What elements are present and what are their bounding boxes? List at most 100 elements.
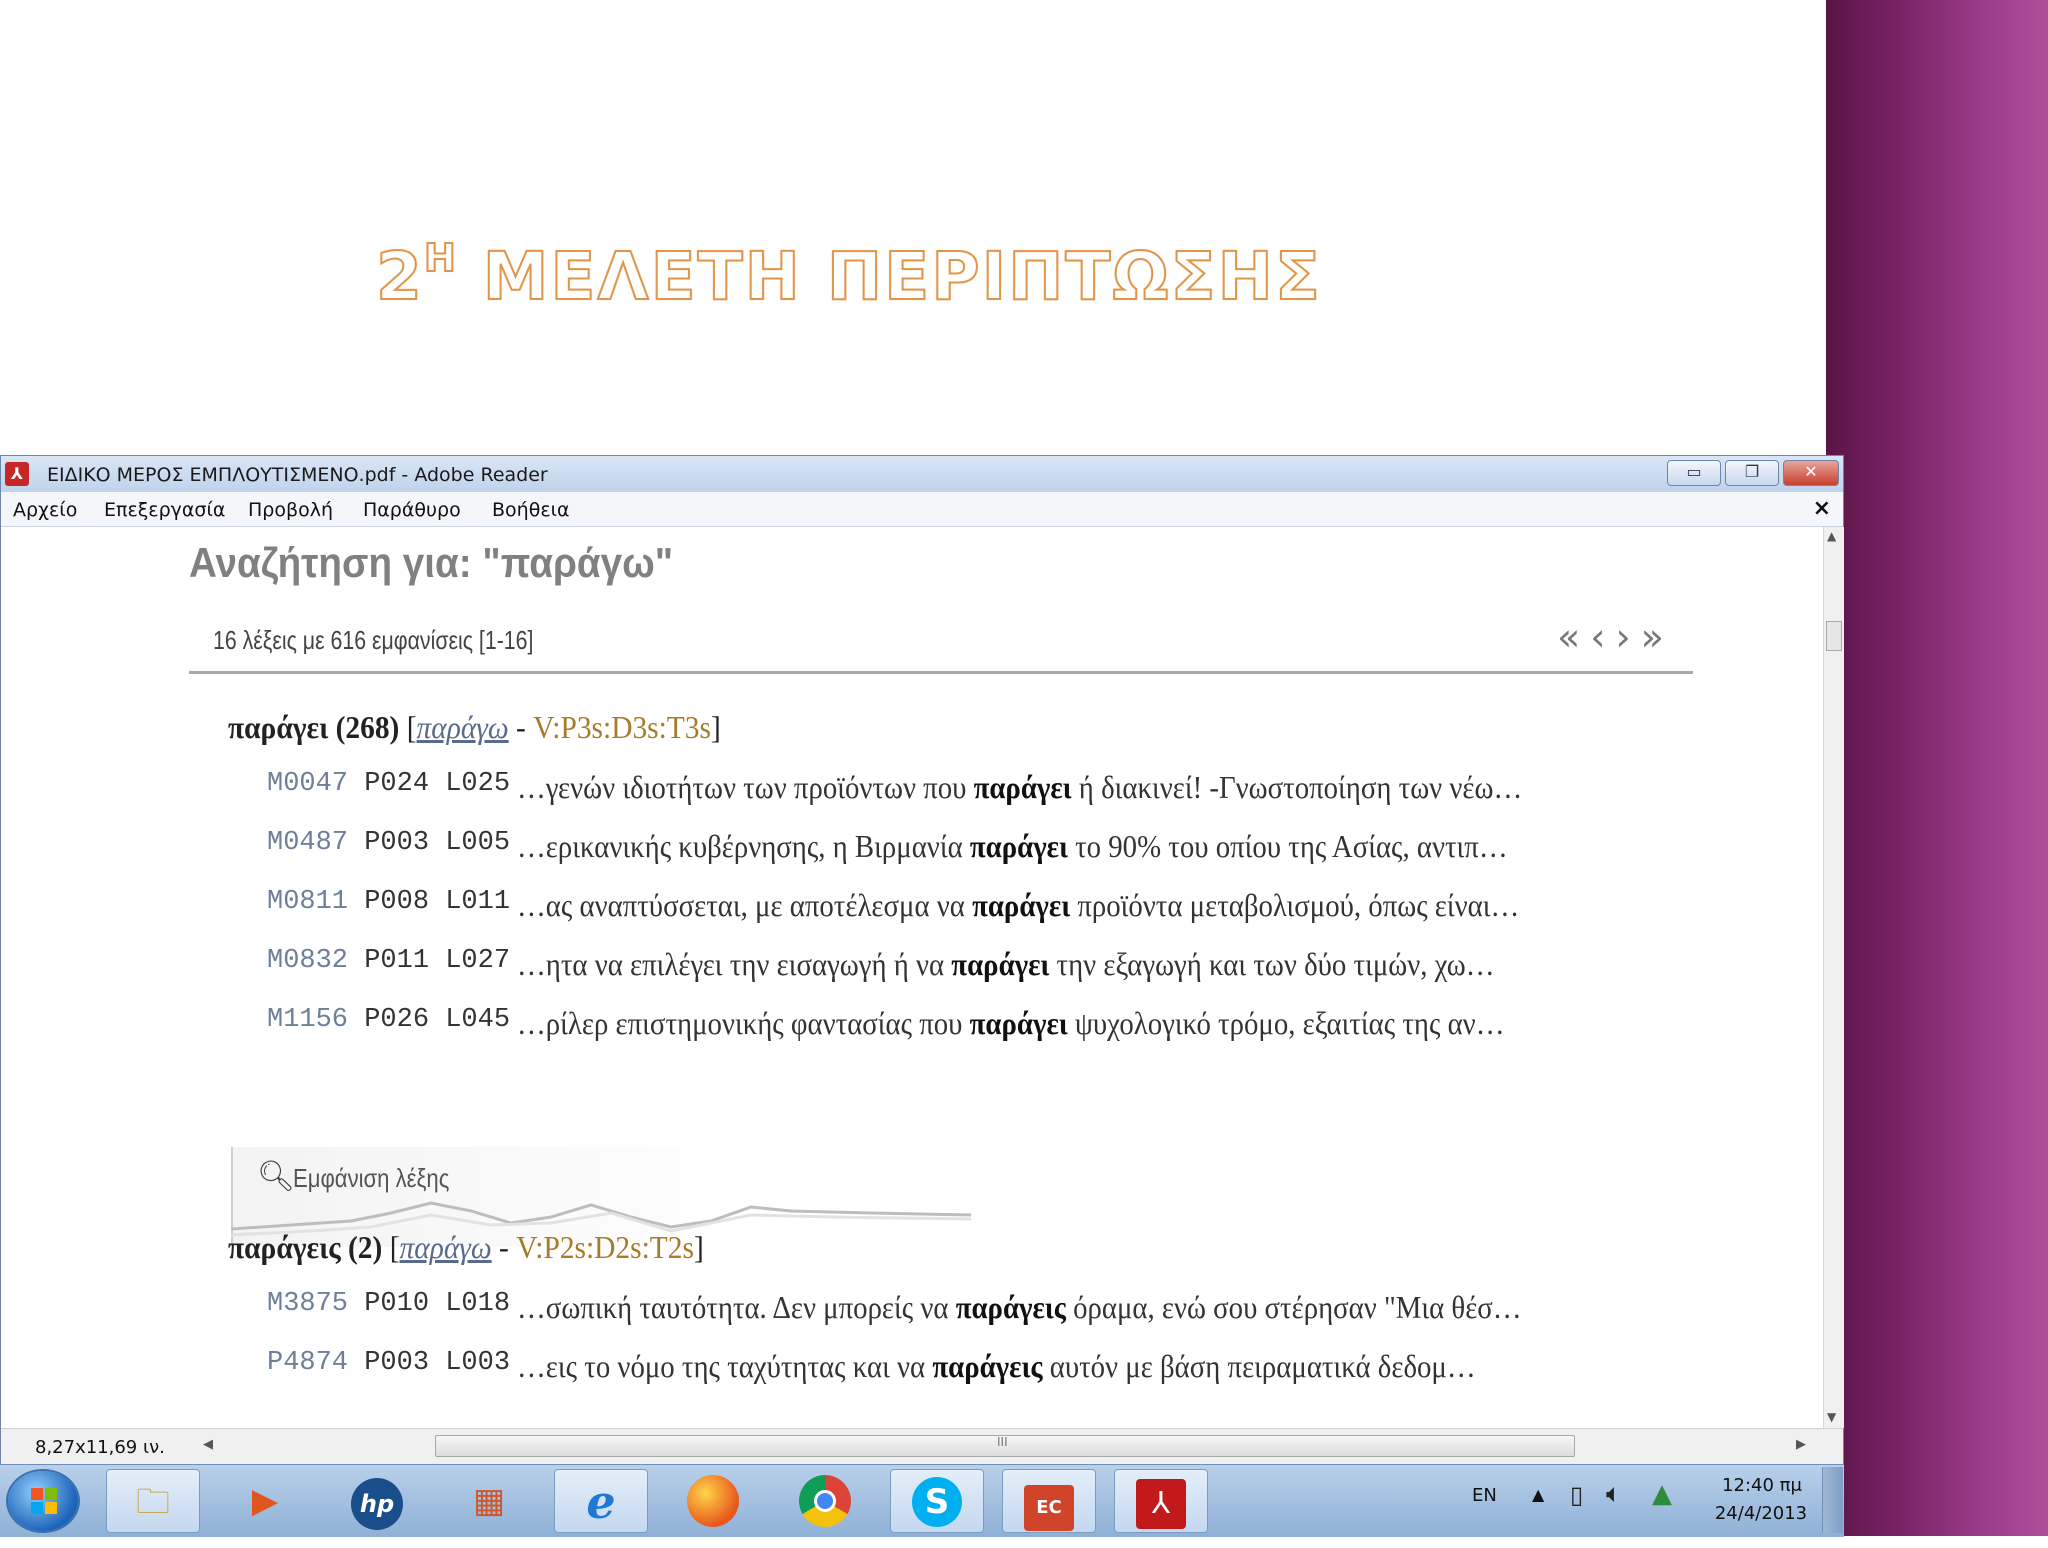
internet-explorer-taskbar-button[interactable]: e [554, 1469, 648, 1533]
result-count: 16 λέξεις με 616 εμφανίσεις [1-16] [213, 625, 534, 655]
menu-window[interactable]: Παράθυρο [363, 499, 461, 521]
hit-doc-id[interactable]: M0047 [267, 769, 348, 799]
hit-row[interactable]: M1156 P026 L045 …ρίλερ επιστημονικής φαν… [267, 1005, 1504, 1045]
volume-icon[interactable]: 🔈︎ [1606, 1479, 1622, 1510]
status-bar: 8,27x11,69 ιν. ◀ III ▶ [1, 1428, 1843, 1465]
hit-match: παράγει [969, 828, 1068, 864]
slide-title-superscript: Η [423, 235, 458, 281]
scroll-down-icon[interactable]: ▼ [1827, 1410, 1836, 1424]
google-drive-icon[interactable]: ▲ [1652, 1479, 1672, 1509]
hit-context-before: …σωπική ταυτότητα. Δεν μπορείς να [517, 1289, 956, 1325]
presentation-taskbar-button[interactable]: ▦ [442, 1469, 536, 1533]
media-player-taskbar-button[interactable]: ▶ [218, 1469, 312, 1533]
entry-lemma-link[interactable]: παράγω [399, 1229, 491, 1265]
hit-context-before: …ερικανικής κυβέρνησης, η Βιρμανία [517, 828, 970, 864]
firefox-taskbar-button[interactable] [666, 1469, 760, 1533]
vertical-scrollbar[interactable]: ▲ ▼ [1823, 527, 1844, 1428]
hit-row[interactable]: M0811 P008 L011 …ας αναπτύσσεται, με απο… [267, 887, 1519, 927]
hit-context-after: όραμα, ενώ σου στέρησαν "Μια θέσ… [1065, 1289, 1522, 1325]
skype-taskbar-button[interactable]: S [890, 1469, 984, 1533]
minimize-button[interactable]: ▭ [1667, 460, 1721, 486]
hit-doc-id[interactable]: P4874 [267, 1348, 348, 1378]
menu-edit[interactable]: Επεξεργασία [104, 499, 225, 521]
hit-row[interactable]: M0832 P011 L027 …ητα να επιλέγει την εισ… [267, 946, 1495, 986]
hit-row[interactable]: M3875 P010 L018 …σωπική ταυτότητα. Δεν μ… [267, 1289, 1522, 1329]
hit-doc-id[interactable]: M0832 [267, 946, 348, 976]
show-hidden-icons-icon[interactable]: ▲ [1532, 1485, 1544, 1504]
powerpoint-taskbar-button[interactable]: EC [1002, 1469, 1096, 1533]
scroll-grip: III [997, 1435, 1008, 1449]
hit-match: παράγει [951, 946, 1050, 982]
hp-taskbar-button[interactable]: hp [330, 1469, 424, 1533]
hit-row[interactable]: M0047 P024 L025 …γενών ιδιοτήτων των προ… [267, 769, 1522, 809]
menu-bar: Αρχείο Επεξεργασία Προβολή Παράθυρο Βοήθ… [1, 492, 1843, 527]
document-view: Αναζήτηση για: "παράγω" 16 λέξεις με 616… [1, 527, 1823, 1428]
next-page-button[interactable]: › [1615, 615, 1630, 659]
clock-date[interactable]: 24/4/2013 [1706, 1503, 1816, 1524]
entry-tag: V:P2s:D2s:T2s [516, 1229, 694, 1265]
slide-title: 2Η ΜΕΛΕΤΗ ΠΕΡΙΠΤΩΣΗΣ [375, 235, 1322, 316]
scroll-right-icon[interactable]: ▶ [1796, 1437, 1806, 1452]
restore-button[interactable]: ❐ [1725, 460, 1779, 486]
hit-match: παράγει [969, 1005, 1068, 1041]
close-document-icon[interactable]: × [1813, 496, 1831, 521]
hit-context-before: …ρίλερ επιστημονικής φαντασίας που [517, 1005, 970, 1041]
scroll-up-icon[interactable]: ▲ [1827, 529, 1836, 543]
menu-help[interactable]: Βοήθεια [492, 499, 570, 521]
menu-view[interactable]: Προβολή [248, 499, 333, 521]
chrome-taskbar-button[interactable] [778, 1469, 872, 1533]
clock-time[interactable]: 12:40 πμ [1712, 1475, 1812, 1496]
hit-context-after: την εξαγωγή και των δύο τιμών, χω… [1049, 946, 1495, 982]
hit-row[interactable]: P4874 P003 L003 …εις το νόμο της ταχύτητ… [267, 1348, 1476, 1388]
first-page-button[interactable]: « [1557, 615, 1580, 659]
entry-count: (268) [335, 709, 400, 745]
entry-heading: παράγεις (2) [παράγω - V:P2s:D2s:T2s] [228, 1229, 704, 1265]
hit-location: P024 L025 [364, 769, 511, 799]
hit-location: P010 L018 [364, 1289, 511, 1319]
window-title: ΕΙΔΙΚΟ ΜΕΡΟΣ ΕΜΠΛΟΥΤΙΣΜΕΝΟ.pdf - Adobe R… [47, 464, 548, 486]
title-bar[interactable]: ⅄ ΕΙΔΙΚΟ ΜΕΡΟΣ ΕΜΠΛΟΥΤΙΣΜΕΝΟ.pdf - Adobe… [1, 456, 1843, 493]
hit-context-after: προϊόντα μεταβολισμού, όπως είναι… [1070, 887, 1520, 923]
vertical-scroll-thumb[interactable] [1826, 621, 1842, 651]
adobe-reader-window: ⅄ ΕΙΔΙΚΟ ΜΕΡΟΣ ΕΜΠΛΟΥΤΙΣΜΕΝΟ.pdf - Adobe… [0, 455, 1844, 1465]
entry-word: παράγεις [228, 1229, 341, 1265]
battery-icon[interactable]: ▯ [1570, 1481, 1583, 1509]
results-divider [189, 671, 1693, 674]
windows-logo-icon [31, 1488, 57, 1514]
close-button[interactable]: ✕ [1783, 460, 1839, 486]
hit-doc-id[interactable]: M0811 [267, 887, 348, 917]
pdf-icon: ⅄ [5, 462, 29, 486]
scroll-left-icon[interactable]: ◀ [203, 1437, 213, 1452]
skype-icon: S [912, 1477, 962, 1527]
hit-match: παράγεις [932, 1348, 1043, 1384]
hit-doc-id[interactable]: M0487 [267, 828, 348, 858]
internet-explorer-icon: e [586, 1475, 616, 1529]
hit-location: P026 L045 [364, 1005, 511, 1035]
folder-icon: 🗀 [136, 1482, 170, 1522]
hit-context-after: το 90% του οπίου της Ασίας, αντιπ… [1067, 828, 1508, 864]
hit-doc-id[interactable]: M1156 [267, 1005, 348, 1035]
hit-context-before: …γενών ιδιοτήτων των προϊόντων που [517, 769, 974, 805]
firefox-icon [687, 1475, 739, 1527]
show-desktop-button[interactable] [1822, 1467, 1843, 1533]
entry-word: παράγει [228, 709, 329, 745]
hit-row[interactable]: M0487 P003 L005 …ερικανικής κυβέρνησης, … [267, 828, 1508, 868]
hit-doc-id[interactable]: M3875 [267, 1289, 348, 1319]
show-word-label: Εμφάνιση λέξης [293, 1163, 450, 1193]
prev-page-button[interactable]: ‹ [1590, 615, 1605, 659]
menu-file[interactable]: Αρχείο [13, 499, 77, 521]
hit-location: P003 L005 [364, 828, 511, 858]
windows-start-button[interactable] [8, 1471, 78, 1531]
slide-title-text: ΜΕΛΕΤΗ ΠΕΡΙΠΤΩΣΗΣ [482, 237, 1322, 316]
pager: «‹ ›» [1557, 615, 1674, 659]
entry-lemma-link[interactable]: παράγω [417, 709, 509, 745]
language-indicator[interactable]: EN [1472, 1485, 1497, 1506]
hit-context-before: …εις το νόμο της ταχύτητας και να [517, 1348, 933, 1384]
adobe-reader-taskbar-button[interactable]: ⅄ [1114, 1469, 1208, 1533]
hit-location: P011 L027 [364, 946, 511, 976]
hit-location: P003 L003 [364, 1348, 511, 1378]
hit-match: παράγει [973, 769, 1072, 805]
last-page-button[interactable]: » [1641, 615, 1664, 659]
explorer-taskbar-button[interactable]: 🗀 [106, 1469, 200, 1533]
hit-context-after: ψυχολογικό τρόμο, εξαιτίας της αν… [1067, 1005, 1505, 1041]
